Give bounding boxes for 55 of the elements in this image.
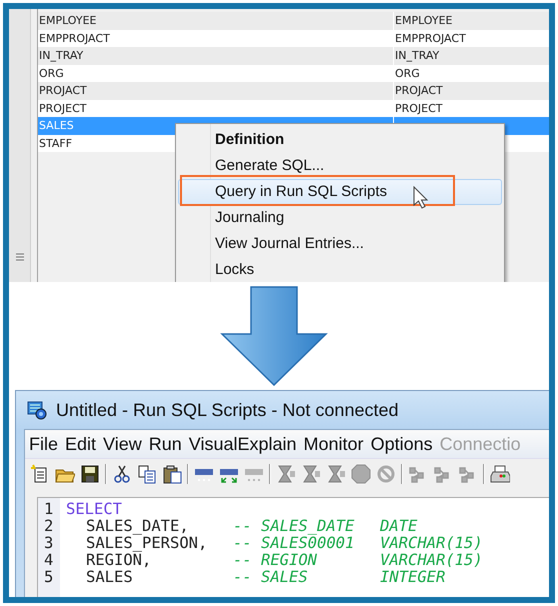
table-cell: IN_TRAY bbox=[38, 47, 394, 64]
code-text: REGION, bbox=[85, 552, 152, 569]
table-cell: ORG bbox=[394, 64, 549, 82]
table-cell: EMPPROJACT bbox=[38, 30, 394, 47]
code-comment: DATE bbox=[380, 518, 418, 535]
menu-item[interactable]: Generate SQL... bbox=[178, 153, 502, 179]
menu-item[interactable]: Locks bbox=[178, 257, 502, 282]
grip-icon bbox=[14, 252, 24, 262]
code-comment: VARCHAR(15) bbox=[380, 552, 484, 569]
menu-item[interactable]: File bbox=[29, 434, 58, 454]
menu-item[interactable]: Journaling bbox=[178, 205, 502, 231]
table-cell: EMPLOYEE bbox=[394, 12, 549, 30]
code-comment: INTEGER bbox=[380, 569, 446, 586]
menu-item[interactable]: View bbox=[103, 434, 142, 454]
table-row[interactable]: EMPPROJACT EMPPROJACT bbox=[38, 30, 549, 47]
code-comment: -- SALES00001 bbox=[233, 535, 356, 552]
menu-item[interactable]: Monitor bbox=[304, 434, 364, 454]
table-cell: EMPLOYEE bbox=[38, 12, 394, 30]
menu-item[interactable]: Edit bbox=[65, 434, 96, 454]
menu-item[interactable]: VisualExplain bbox=[188, 434, 297, 454]
code-comment: VARCHAR(15) bbox=[380, 535, 484, 552]
line-number: 5 bbox=[43, 569, 54, 586]
line-number: 1 bbox=[43, 501, 54, 518]
window-title: Untitled - Run SQL Scripts - Not connected bbox=[56, 400, 398, 420]
printer-icon[interactable] bbox=[490, 464, 510, 484]
code-text: SALES bbox=[85, 569, 134, 586]
code-comment: -- REGION bbox=[233, 552, 318, 569]
menu-item[interactable]: View Journal Entries... bbox=[178, 231, 502, 257]
line-number: 3 bbox=[43, 535, 54, 552]
scissors-icon[interactable] bbox=[112, 464, 132, 484]
copy-icon[interactable] bbox=[137, 464, 157, 484]
table-row[interactable]: IN_TRAY IN_TRAY bbox=[38, 47, 549, 64]
code-keyword: SELECT bbox=[66, 501, 123, 518]
code-comment: -- SALES bbox=[233, 569, 309, 586]
table-cell: IN_TRAY bbox=[394, 47, 549, 64]
table-row[interactable]: EMPLOYEE EMPLOYEE bbox=[38, 12, 549, 30]
table-row[interactable]: ORG ORG bbox=[38, 64, 549, 82]
table-cell: ORG bbox=[38, 64, 394, 82]
clipboard-icon[interactable] bbox=[162, 464, 182, 484]
app-icon bbox=[26, 399, 48, 421]
table-row[interactable]: PROJACT PROJACT bbox=[38, 82, 549, 100]
down-arrow-icon bbox=[219, 286, 329, 386]
table-cell: PROJECT bbox=[38, 100, 394, 117]
menu-item[interactable]: Run bbox=[148, 434, 182, 454]
code-text: SALES_PERSON, bbox=[85, 535, 208, 552]
code-text: SALES_DATE, bbox=[85, 518, 190, 535]
code-comment: -- SALES_DATE bbox=[233, 518, 356, 535]
line-number: 4 bbox=[43, 552, 54, 569]
table-cell: EMPPROJACT bbox=[394, 30, 549, 47]
menu-item[interactable]: Options bbox=[370, 434, 433, 454]
line-number: 2 bbox=[43, 518, 54, 535]
table-cell: PROJACT bbox=[38, 82, 394, 100]
table-cell: PROJECT bbox=[394, 100, 549, 117]
table-cell: PROJACT bbox=[394, 82, 549, 100]
table-row[interactable]: PROJECT PROJECT bbox=[38, 100, 549, 117]
